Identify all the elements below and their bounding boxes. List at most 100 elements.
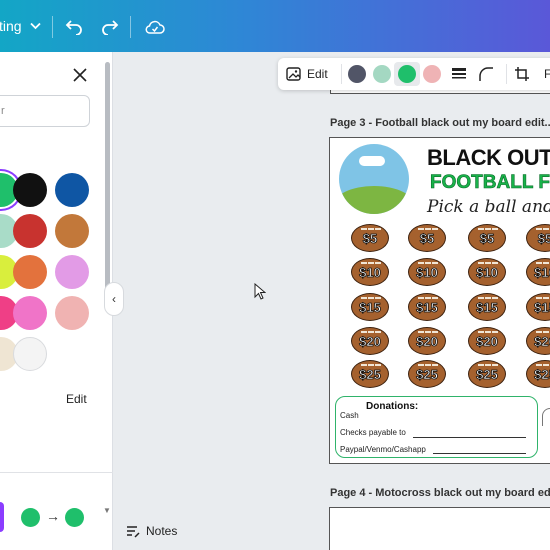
cloud-shape — [359, 156, 385, 166]
football-amount: $15 — [416, 299, 438, 315]
page-3-label[interactable]: Page 3 - Football black out my board edi… — [330, 117, 550, 129]
page-4-canvas[interactable] — [329, 507, 550, 550]
football-amount: $10 — [359, 264, 381, 280]
chevron-left-icon: ‹ — [112, 292, 116, 306]
menu-label: ting — [0, 18, 22, 34]
flip-button[interactable]: F — [544, 67, 550, 81]
football-cell[interactable]: $10 — [526, 258, 550, 286]
search-placeholder: r — [1, 105, 5, 117]
close-panel-button[interactable] — [70, 65, 90, 85]
football-amount: $15 — [476, 299, 498, 315]
image-edit-icon — [286, 67, 301, 81]
color-swatch-orange[interactable] — [13, 255, 47, 289]
field-image[interactable] — [339, 144, 409, 214]
color-chip-slate[interactable] — [348, 65, 366, 83]
donation-line-paypal: Paypal/Venmo/Cashapp — [340, 445, 426, 454]
context-toolbar: Edit F — [278, 58, 550, 90]
arrow-right-icon: → — [46, 508, 60, 524]
undo-button[interactable] — [61, 14, 87, 40]
football-cell[interactable]: $15 — [526, 293, 550, 321]
football-cell[interactable]: $5 — [351, 224, 389, 252]
color-swatch-black[interactable] — [13, 173, 47, 207]
notes-button[interactable]: Notes — [126, 523, 177, 539]
top-toolbar: ting — [0, 0, 550, 52]
cloud-save-icon — [145, 20, 165, 34]
color-swatch-blue[interactable] — [55, 173, 89, 207]
football-amount: $25 — [476, 366, 498, 382]
football-amount: $5 — [537, 230, 550, 246]
football-cell[interactable]: $5 — [526, 224, 550, 252]
football-amount: $20 — [534, 333, 550, 349]
gradient-start-swatch[interactable] — [21, 508, 40, 527]
football-cell[interactable]: $10 — [468, 258, 506, 286]
add-color-button[interactable] — [0, 502, 4, 532]
color-swatch-magenta[interactable] — [13, 296, 47, 330]
collapse-panel-button[interactable]: ‹ — [104, 282, 124, 316]
football-cell[interactable]: $5 — [468, 224, 506, 252]
edit-label: Edit — [307, 67, 328, 81]
file-menu[interactable]: ting — [0, 0, 41, 52]
crop-button[interactable] — [514, 66, 530, 87]
color-swatch-white[interactable] — [13, 337, 47, 371]
color-swatch-lilac[interactable] — [55, 255, 89, 289]
panel-scrollbar[interactable] — [105, 62, 110, 298]
board-title[interactable]: BLACK OUT I — [427, 145, 550, 171]
donation-line-cash: Cash — [340, 411, 359, 420]
decorative-curl — [542, 408, 550, 426]
page-4-label[interactable]: Page 4 - Motocross black out my board ed… — [330, 487, 550, 499]
color-panel: r Edit → — [0, 52, 113, 550]
scroll-down-icon[interactable]: ▼ — [103, 506, 111, 515]
color-search-input[interactable]: r — [0, 95, 90, 127]
football-amount: $5 — [479, 230, 495, 246]
color-swatch-rose[interactable] — [55, 296, 89, 330]
corner-rounding-button[interactable] — [478, 66, 494, 87]
football-amount: $10 — [416, 264, 438, 280]
football-cell[interactable]: $5 — [408, 224, 446, 252]
notes-icon — [127, 525, 140, 538]
football-amount: $25 — [534, 366, 550, 382]
football-amount: $10 — [534, 264, 550, 280]
donations-box[interactable]: Donations: Cash Checks payable to Paypal… — [335, 396, 538, 458]
football-cell[interactable]: $15 — [351, 293, 389, 321]
border-style-button[interactable] — [451, 67, 467, 86]
football-cell[interactable]: $15 — [408, 293, 446, 321]
football-amount: $25 — [416, 366, 438, 382]
color-chip-pink[interactable] — [423, 65, 441, 83]
edit-image-button[interactable]: Edit — [286, 64, 328, 84]
board-script-text[interactable]: Pick a ball and p — [427, 197, 550, 217]
border-weight-icon — [452, 68, 466, 79]
redo-icon — [102, 20, 119, 35]
panel-divider — [0, 472, 113, 473]
undo-icon — [65, 20, 82, 35]
football-amount: $20 — [359, 333, 381, 349]
board-subtitle[interactable]: FOOTBALL FU — [430, 172, 550, 194]
football-amount: $5 — [362, 230, 378, 246]
color-swatch-red[interactable] — [13, 214, 47, 248]
football-amount: $15 — [359, 299, 381, 315]
football-cell[interactable]: $25 — [468, 360, 506, 388]
save-status-button[interactable] — [142, 14, 168, 40]
crop-icon — [515, 67, 529, 81]
redo-button[interactable] — [97, 14, 123, 40]
football-cell[interactable]: $10 — [408, 258, 446, 286]
football-cell[interactable]: $25 — [408, 360, 446, 388]
page-3-canvas[interactable]: BLACK OUT I FOOTBALL FU Pick a ball and … — [329, 137, 550, 464]
football-cell[interactable]: $20 — [351, 327, 389, 355]
football-cell[interactable]: $20 — [468, 327, 506, 355]
signature-line — [413, 437, 526, 438]
football-cell[interactable]: $20 — [526, 327, 550, 355]
gradient-end-swatch[interactable] — [65, 508, 84, 527]
football-amount: $10 — [476, 264, 498, 280]
edit-colors-button[interactable]: Edit — [66, 392, 87, 406]
football-cell[interactable]: $25 — [526, 360, 550, 388]
football-cell[interactable]: $15 — [468, 293, 506, 321]
football-cell[interactable]: $25 — [351, 360, 389, 388]
color-chip-green[interactable] — [398, 65, 416, 83]
football-cell[interactable]: $10 — [351, 258, 389, 286]
color-chip-mint[interactable] — [373, 65, 391, 83]
football-cell[interactable]: $20 — [408, 327, 446, 355]
donations-heading: Donations: — [366, 401, 419, 412]
toolbar-divider — [341, 64, 342, 84]
donation-line-checks: Checks payable to — [340, 428, 406, 437]
color-swatch-brown[interactable] — [55, 214, 89, 248]
